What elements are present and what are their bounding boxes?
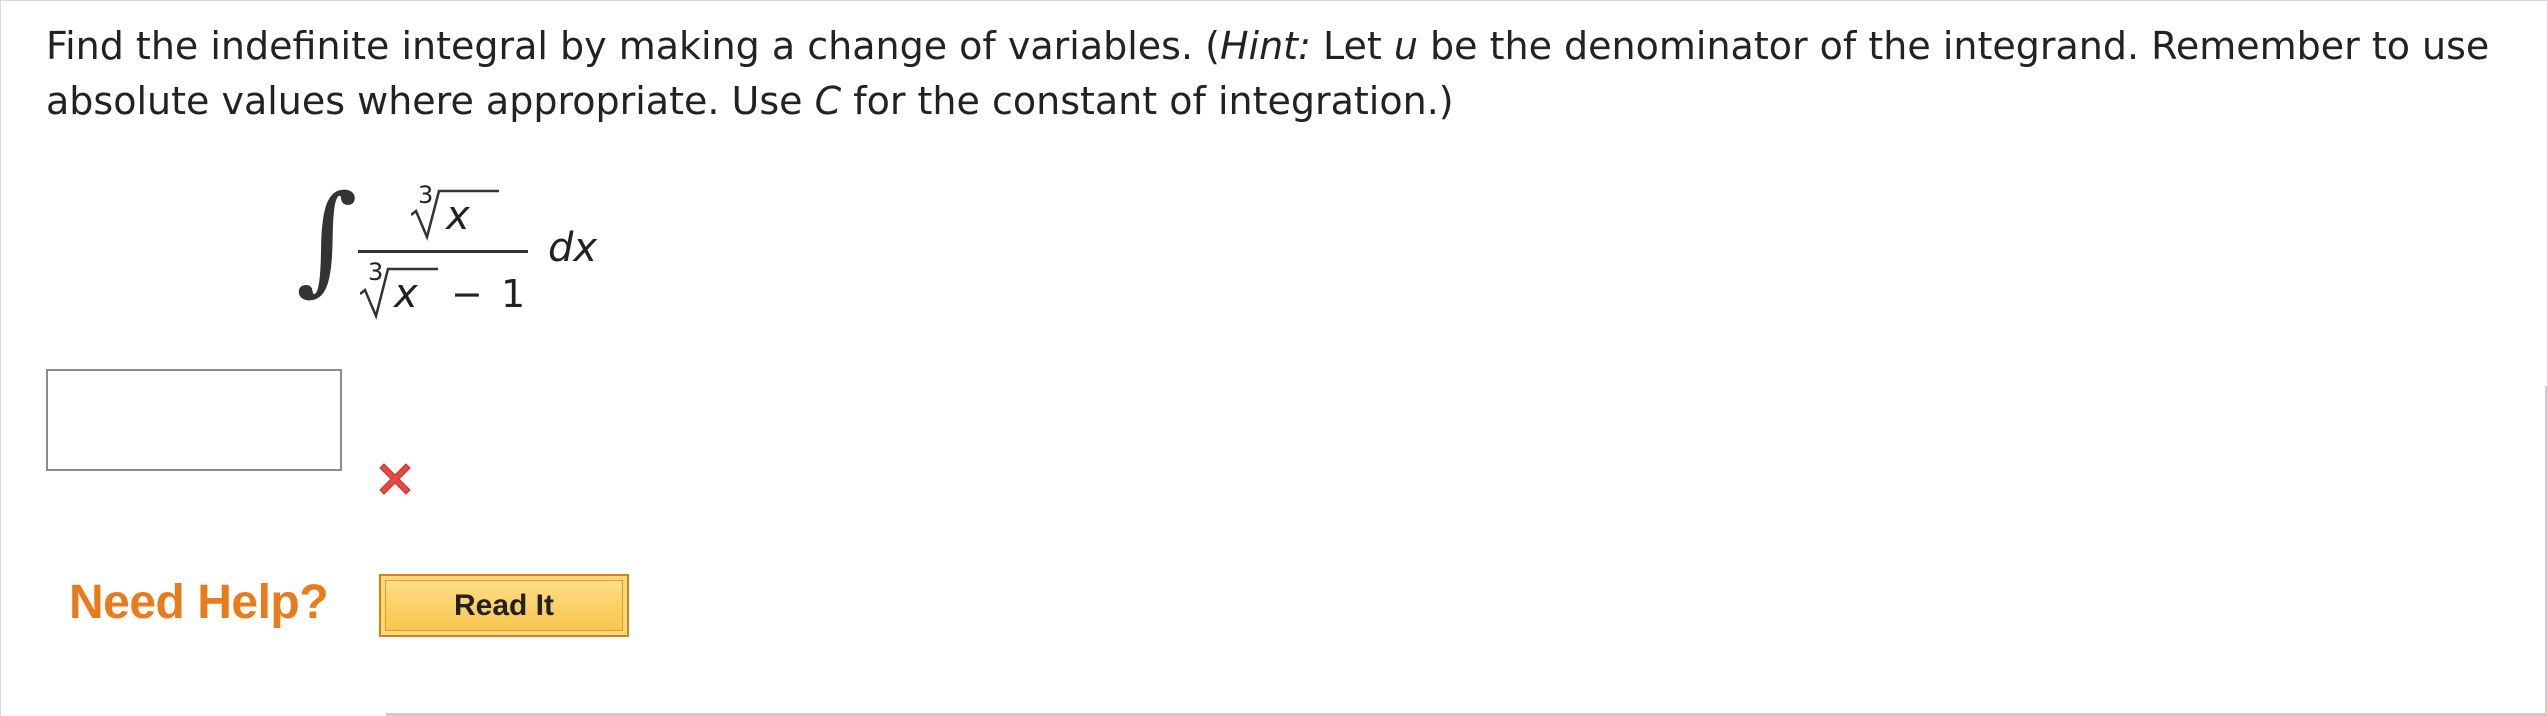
denominator-constant: 1 <box>501 272 526 316</box>
question-text-part4: for the constant of integration.) <box>841 79 1454 123</box>
read-it-button[interactable]: Read It <box>379 574 629 637</box>
variable-c: C <box>814 79 842 123</box>
need-help-label: Need Help? <box>69 576 329 629</box>
hint-label: Hint: <box>1219 24 1311 68</box>
differential: dx <box>548 225 598 271</box>
variable-u: u <box>1393 24 1418 68</box>
question-text-part2: Let <box>1310 24 1394 68</box>
denominator-variable: x <box>394 271 418 317</box>
answer-input[interactable] <box>46 369 342 471</box>
denominator-minus: − <box>451 272 483 316</box>
fraction-bar <box>358 250 528 253</box>
wrong-x-icon <box>379 463 411 495</box>
integral-sign: ∫ <box>296 169 358 307</box>
question-text-part1: Find the indefinite integral by making a… <box>46 24 1220 68</box>
numerator-variable: x <box>446 193 470 239</box>
question-text: Find the indefinite integral by making a… <box>46 19 2516 129</box>
integral-expression: ∫ 3 x 3 x − 1 dx <box>296 166 636 326</box>
question-panel: Find the indefinite integral by making a… <box>0 0 2547 716</box>
